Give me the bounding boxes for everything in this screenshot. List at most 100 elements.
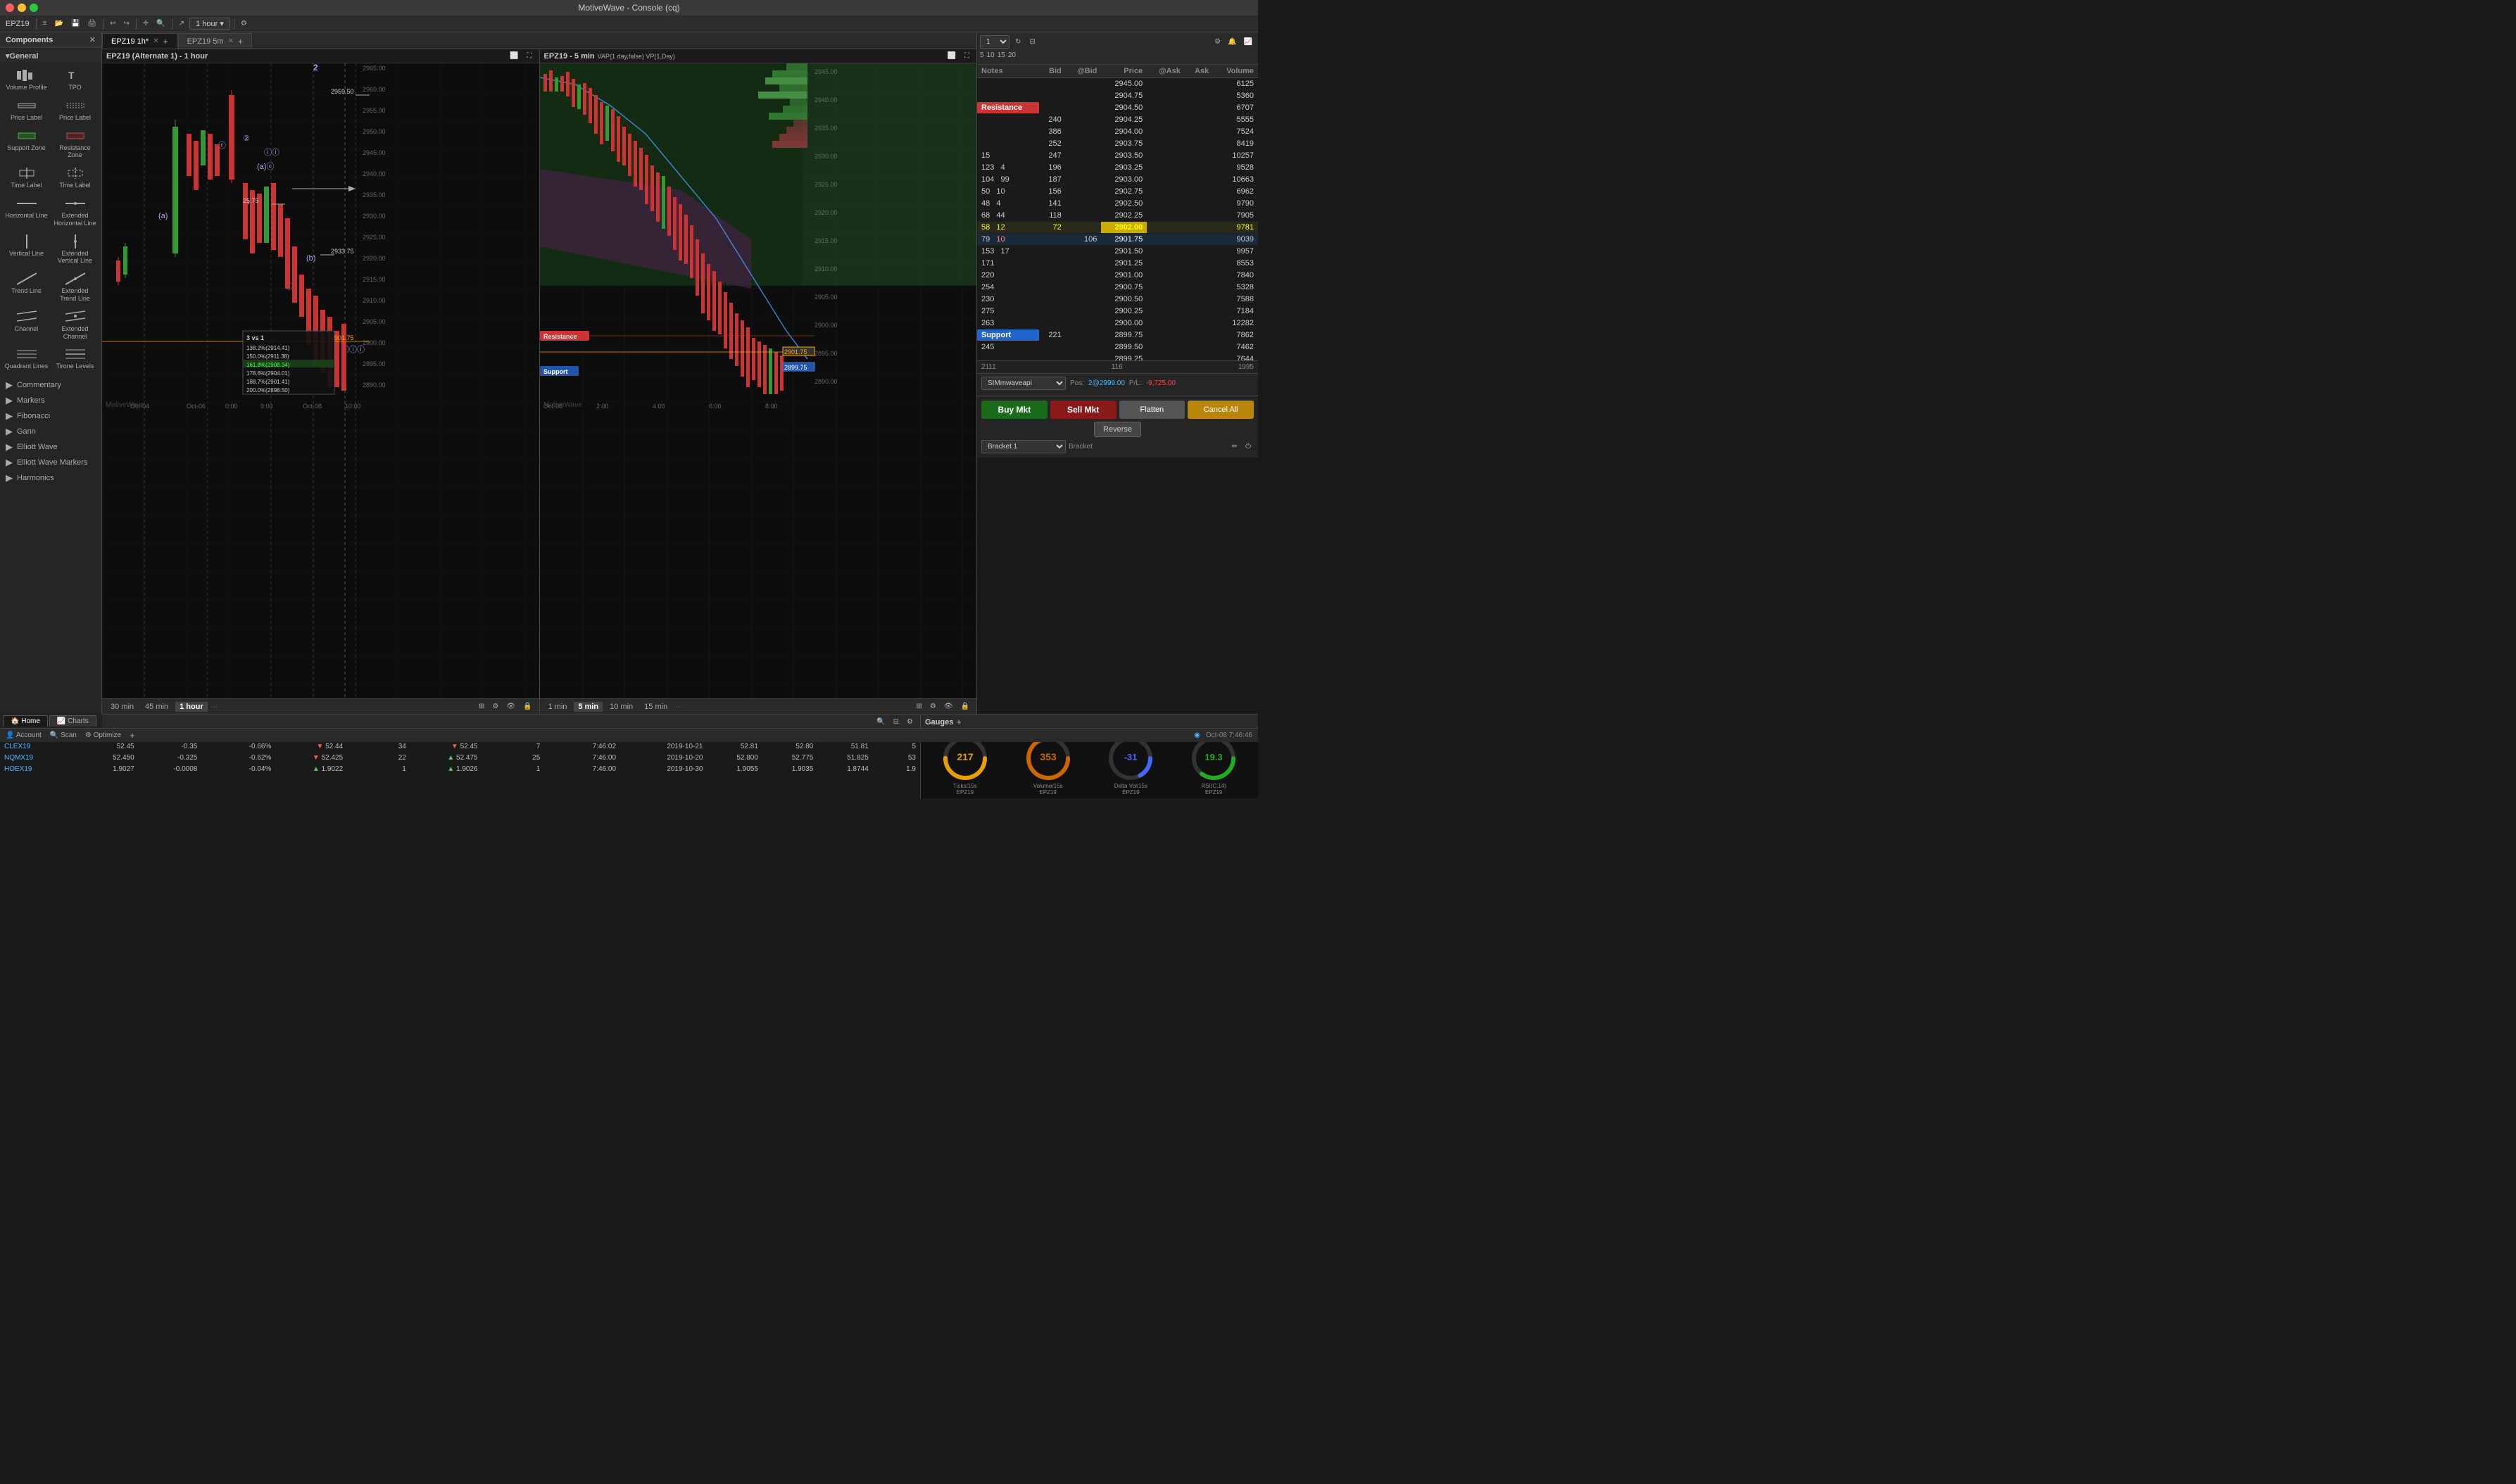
- cancel-all-button[interactable]: Cancel All: [1188, 401, 1254, 419]
- chart-right-canvas[interactable]: 2945.00 2940.00 2935.00 2930.00 2925.00 …: [540, 63, 977, 698]
- chart-left-tf-settings[interactable]: ⚙: [489, 702, 501, 711]
- sidebar-item-horizontal-line[interactable]: Horizontal Line: [3, 194, 50, 230]
- chart-left-tf-grid[interactable]: ⊞: [476, 702, 487, 711]
- chart-right-fullscreen[interactable]: ⛶: [962, 51, 972, 61]
- toolbar-settings[interactable]: ⚙: [238, 19, 250, 28]
- add-panel-button[interactable]: +: [130, 730, 135, 741]
- tf-45min[interactable]: 45 min: [141, 702, 172, 712]
- sidebar-item-vertical-line[interactable]: Vertical Line: [3, 232, 50, 268]
- sidebar-item-ext-horizontal-line[interactable]: Extended Horizontal Line: [51, 194, 99, 230]
- sidebar-item-support-zone[interactable]: Support Zone: [3, 126, 50, 163]
- scan-button[interactable]: 🔍 Scan: [50, 731, 77, 739]
- table-row[interactable]: 104 991872903.0010663: [977, 174, 1258, 186]
- chart-tab-add[interactable]: +: [163, 37, 168, 46]
- tab-home[interactable]: 🏠 Home: [3, 715, 48, 727]
- close-button[interactable]: [6, 4, 14, 12]
- table-row[interactable]: 1712901.258553: [977, 258, 1258, 270]
- table-row[interactable]: 50 101562902.756962: [977, 186, 1258, 198]
- toolbar-crosshair[interactable]: ✛: [140, 19, 151, 28]
- chart-left-tf-eye[interactable]: 👁: [503, 702, 518, 711]
- chart-tab-5m-add[interactable]: +: [238, 37, 243, 46]
- sidebar-item-ext-trend-line[interactable]: Extended Trend Line: [51, 269, 99, 306]
- table-row-current-price[interactable]: 58 12722902.009781: [977, 222, 1258, 234]
- table-row[interactable]: 2752900.257184: [977, 306, 1258, 317]
- list-item[interactable]: NQMX19 52.450 -0.325 -0.62% ▼ 52.425 22 …: [0, 753, 920, 764]
- table-row-support[interactable]: Support2212899.757862: [977, 329, 1258, 341]
- table-row[interactable]: 2542900.755328: [977, 282, 1258, 294]
- chart-right-expand[interactable]: ⬜: [945, 51, 959, 61]
- chart-left-canvas[interactable]: 2965.00 2960.00 2955.00 2950.00 2945.00 …: [102, 63, 539, 698]
- sidebar-item-commentary[interactable]: ▶ Commentary: [0, 377, 101, 393]
- sidebar-section-general-header[interactable]: ▾ General: [0, 49, 101, 63]
- sidebar-item-time-label-2[interactable]: Time Label: [51, 163, 99, 192]
- table-row[interactable]: 2202901.007840: [977, 270, 1258, 282]
- list-item[interactable]: HOEX19 1.9027 -0.0008 -0.04% ▲ 1.9022 1 …: [0, 764, 920, 775]
- table-row[interactable]: 68 441182902.257905: [977, 210, 1258, 222]
- bracket-select[interactable]: Bracket 1: [981, 440, 1066, 453]
- sidebar-item-price-label-2[interactable]: Price Label: [51, 96, 99, 125]
- sidebar-item-trend-line[interactable]: Trend Line: [3, 269, 50, 306]
- energies-filter[interactable]: ⊟: [891, 717, 902, 727]
- table-row[interactable]: 152472903.5010257: [977, 150, 1258, 162]
- optimize-button[interactable]: ⚙ Optimize: [85, 731, 121, 739]
- toolbar-new[interactable]: ≡: [40, 19, 50, 28]
- table-row-ask[interactable]: 79 101062901.759039: [977, 234, 1258, 246]
- toolbar-save[interactable]: 💾: [68, 19, 82, 28]
- chart-right-tf-grid[interactable]: ⊞: [913, 702, 924, 711]
- flatten-button[interactable]: Flatten: [1119, 401, 1185, 419]
- chart-tab-5m[interactable]: EPZ19 5m ✕ +: [178, 33, 252, 49]
- minimize-button[interactable]: [18, 4, 26, 12]
- chart-tab-1h-close[interactable]: ✕: [153, 37, 158, 45]
- chart-right-tf-settings[interactable]: ⚙: [927, 702, 939, 711]
- chart-left-tf-lock[interactable]: 🔒: [520, 702, 534, 711]
- account-button[interactable]: 👤 Account: [6, 731, 42, 739]
- bracket-edit[interactable]: ✏: [1229, 442, 1240, 451]
- ob-chart[interactable]: 📈: [1241, 37, 1255, 46]
- tab-charts[interactable]: 📈 Charts: [49, 715, 96, 727]
- tf-30min[interactable]: 30 min: [106, 702, 138, 712]
- chart-right-tf-lock[interactable]: 🔒: [958, 702, 972, 711]
- table-row[interactable]: 3862904.007524: [977, 126, 1258, 138]
- toolbar-zoom[interactable]: 🔍: [153, 19, 168, 28]
- table-row[interactable]: 2452899.507462: [977, 341, 1258, 353]
- account-select[interactable]: SIMmwaveapi: [981, 377, 1066, 390]
- tf-1min[interactable]: 1 min: [544, 702, 572, 712]
- sidebar-item-markers[interactable]: ▶ Markers: [0, 393, 101, 408]
- toolbar-redo[interactable]: ↪: [120, 19, 132, 28]
- ob-alert[interactable]: 🔔: [1225, 37, 1239, 46]
- sidebar-item-elliott-wave-markers[interactable]: ▶ Elliott Wave Markers: [0, 455, 101, 470]
- table-row[interactable]: 2632900.0012282: [977, 317, 1258, 329]
- toolbar-open[interactable]: 📂: [51, 19, 65, 28]
- table-row[interactable]: 2899.257644: [977, 353, 1258, 361]
- sidebar-item-harmonics[interactable]: ▶ Harmonics: [0, 470, 101, 486]
- sidebar-item-quadrant-lines[interactable]: Quadrant Lines: [3, 344, 50, 373]
- status-wifi[interactable]: ◉: [1194, 731, 1200, 739]
- sidebar-item-gann[interactable]: ▶ Gann: [0, 424, 101, 439]
- table-row[interactable]: 2302900.507588: [977, 294, 1258, 306]
- sidebar-item-tpo[interactable]: T TPO: [51, 65, 99, 94]
- table-row[interactable]: 2904.755360: [977, 90, 1258, 102]
- table-row[interactable]: 2522903.758419: [977, 138, 1258, 150]
- buy-mkt-button[interactable]: Buy Mkt: [981, 401, 1048, 419]
- sidebar-item-channel[interactable]: Channel: [3, 307, 50, 344]
- table-row[interactable]: 2945.006125: [977, 78, 1258, 90]
- ob-quantity-select[interactable]: 15101520: [980, 35, 1009, 49]
- toolbar-undo[interactable]: ↩: [107, 19, 118, 28]
- bracket-power[interactable]: ⏻: [1243, 442, 1254, 451]
- sidebar-item-ext-channel[interactable]: Extended Channel: [51, 307, 99, 344]
- chart-left-fullscreen[interactable]: ⛶: [524, 51, 535, 61]
- sidebar-close[interactable]: ✕: [89, 35, 96, 44]
- timeframe-selector[interactable]: 1 hour ▾: [189, 18, 230, 30]
- table-row[interactable]: 2402904.255555: [977, 114, 1258, 126]
- sidebar-item-tirone-levels[interactable]: Tirone Levels: [51, 344, 99, 373]
- table-row[interactable]: 153 172901.509957: [977, 246, 1258, 258]
- chart-left-expand[interactable]: ⬜: [507, 51, 521, 61]
- sidebar-item-fibonacci[interactable]: ▶ Fibonacci: [0, 408, 101, 424]
- tf-10min[interactable]: 10 min: [605, 702, 637, 712]
- table-row[interactable]: 123 41962903.259528: [977, 162, 1258, 174]
- ob-settings[interactable]: ⚙: [1212, 37, 1224, 46]
- chart-tab-5m-close[interactable]: ✕: [228, 37, 234, 45]
- chart-tab-1h[interactable]: EPZ19 1h* ✕ +: [102, 33, 177, 49]
- energies-settings[interactable]: ⚙: [904, 717, 916, 727]
- chart-right-tf-eye[interactable]: 👁: [941, 702, 956, 711]
